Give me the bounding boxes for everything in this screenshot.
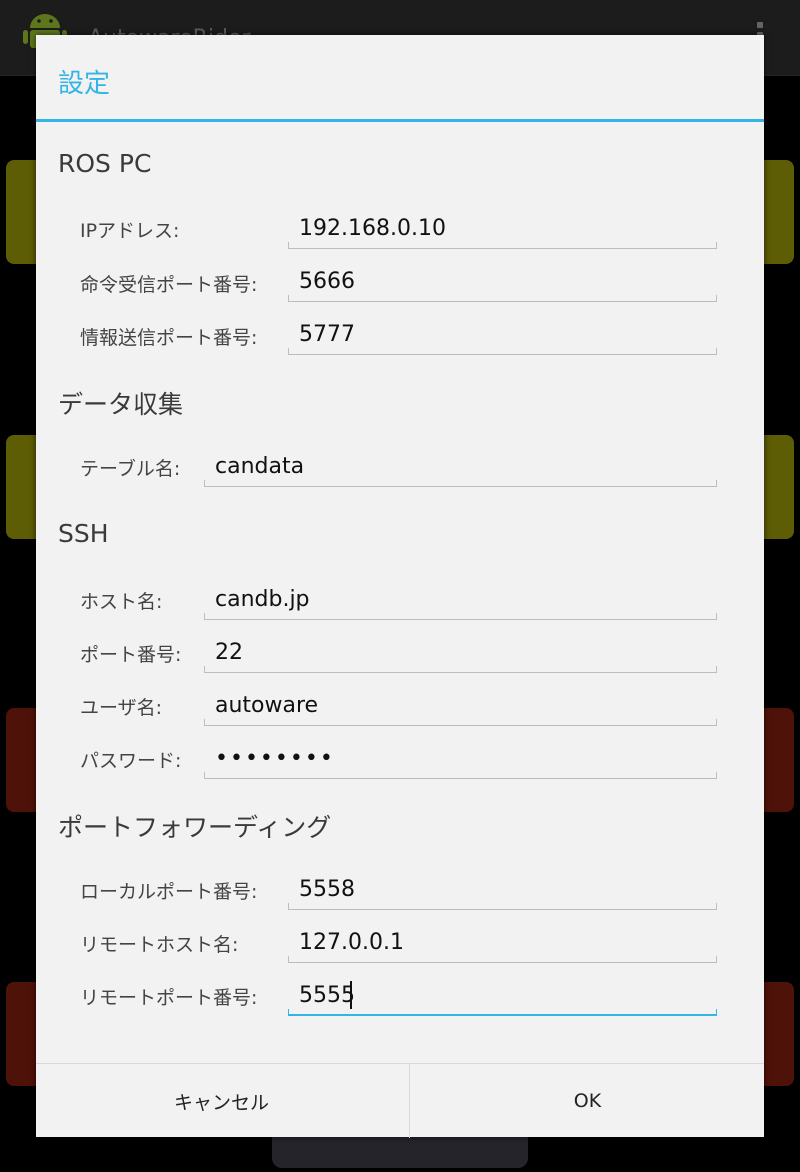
ssh-port-underline [204, 666, 717, 673]
remote-host-field[interactable] [288, 924, 716, 960]
ssh-host-label: ホスト名: [80, 591, 163, 613]
ssh-password-field[interactable] [204, 740, 716, 776]
ssh-password-underline [204, 772, 717, 779]
local-port-label: ローカルポート番号: [80, 881, 258, 903]
command-port-label: 命令受信ポート番号: [80, 274, 258, 296]
command-port-field[interactable] [288, 263, 716, 299]
ssh-host-underline [204, 613, 717, 620]
ssh-host-field[interactable] [204, 581, 716, 617]
ip-address-label: IPアドレス: [80, 220, 180, 242]
local-port-underline [288, 903, 717, 910]
remote-port-underline-focused [288, 1009, 717, 1016]
remote-host-label: リモートホスト名: [80, 934, 239, 956]
info-port-underline [288, 348, 717, 355]
ssh-port-field[interactable] [204, 634, 716, 670]
table-name-underline [204, 480, 717, 487]
command-port-underline [288, 295, 717, 302]
ssh-user-field[interactable] [204, 687, 716, 723]
ssh-password-label: パスワード: [80, 750, 182, 772]
remote-port-label: リモートポート番号: [80, 987, 258, 1009]
ssh-user-underline [204, 719, 717, 726]
ok-button[interactable]: OK [406, 1064, 769, 1138]
info-port-field[interactable] [288, 316, 716, 352]
section-title-ssh: SSH [58, 519, 109, 548]
remote-port-field[interactable] [288, 977, 716, 1013]
text-cursor [350, 981, 352, 1009]
dialog-button-bar: キャンセル OK [36, 1063, 764, 1138]
ssh-user-label: ユーザ名: [80, 697, 163, 719]
ip-address-underline [288, 242, 717, 249]
cancel-button[interactable]: キャンセル [40, 1064, 403, 1138]
settings-dialog: 設定 ROS PC IPアドレス: 命令受信ポート番号: 情報送信ポート番号: … [36, 35, 764, 1138]
table-name-label: テーブル名: [80, 458, 181, 480]
section-title-ros-pc: ROS PC [58, 149, 152, 178]
ssh-port-label: ポート番号: [80, 644, 182, 666]
dialog-header: 設定 [36, 35, 764, 122]
remote-host-underline [288, 956, 717, 963]
title-divider [36, 119, 764, 122]
table-name-field[interactable] [204, 448, 716, 484]
section-title-port-forwarding: ポートフォワーディング [58, 813, 332, 842]
ip-address-field[interactable] [288, 210, 716, 246]
info-port-label: 情報送信ポート番号: [80, 327, 258, 349]
section-title-data-collection: データ収集 [58, 390, 184, 419]
local-port-field[interactable] [288, 871, 716, 907]
dialog-title: 設定 [58, 69, 111, 99]
